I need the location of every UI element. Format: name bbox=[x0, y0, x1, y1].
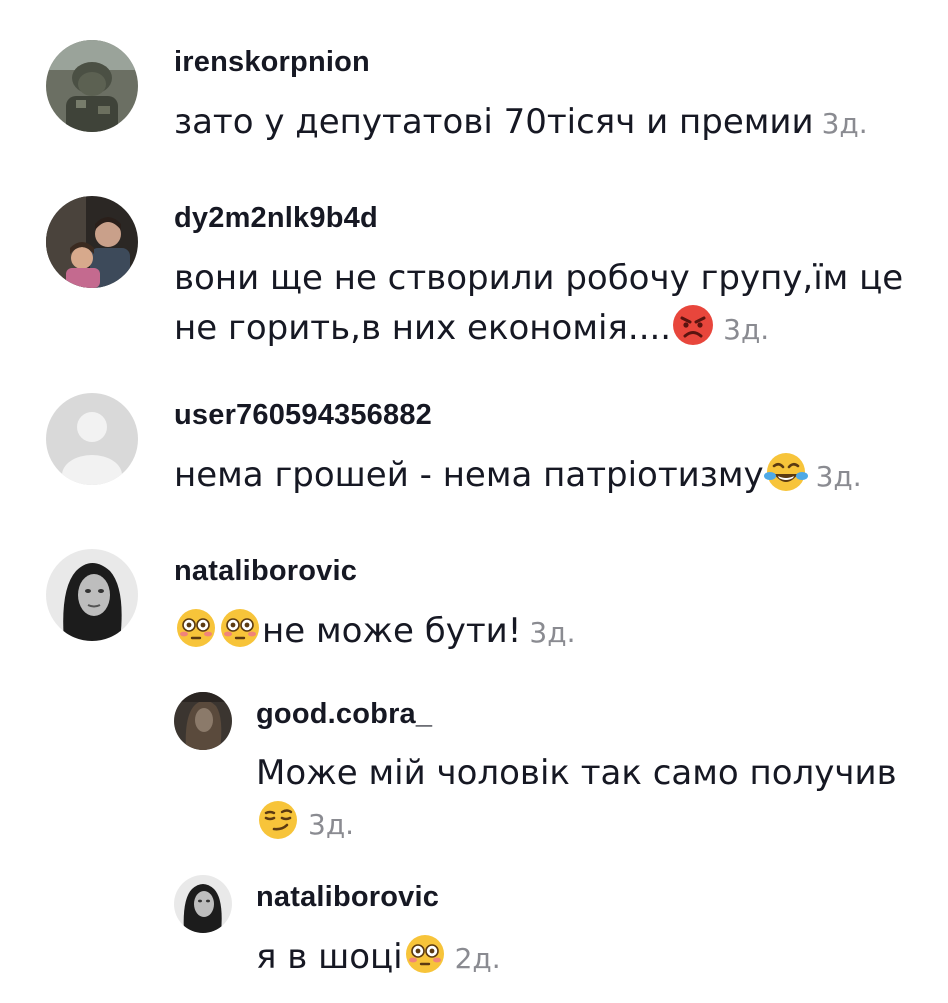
reply-text-line: я в шоці bbox=[256, 937, 403, 977]
reply-username[interactable]: nataliborovic bbox=[256, 881, 439, 914]
comment-timestamp: 3д. bbox=[723, 313, 770, 346]
avatar[interactable] bbox=[46, 393, 138, 485]
comment-text-line: не може бути! bbox=[262, 611, 522, 651]
soldier-avatar-icon bbox=[46, 40, 138, 132]
angry-face-emoji bbox=[671, 303, 715, 347]
avatar[interactable] bbox=[46, 549, 138, 641]
reply-timestamp: 3д. bbox=[308, 808, 355, 841]
comment-timestamp: 3д. bbox=[821, 107, 868, 140]
comment-username[interactable]: nataliborovic bbox=[174, 555, 357, 588]
comment-text-line: зато у депутатові 70тісяч и премии bbox=[174, 102, 814, 142]
woman-portrait-avatar-icon bbox=[46, 549, 138, 641]
comment-text: нема грошей - нема патріотизму 3д. bbox=[174, 448, 862, 504]
woman-portrait-avatar-icon bbox=[174, 875, 232, 933]
tears-of-joy-emoji bbox=[763, 450, 808, 494]
comment-username[interactable]: user760594356882 bbox=[174, 399, 432, 432]
comment-username[interactable]: irenskorpnion bbox=[174, 46, 370, 79]
avatar[interactable] bbox=[174, 692, 232, 750]
comment-text-line: не горить,в них економія.... bbox=[174, 308, 672, 348]
comment-username[interactable]: dy2m2nlk9b4d bbox=[174, 202, 378, 235]
smirking-face-emoji bbox=[256, 798, 300, 842]
comment-timestamp: 3д. bbox=[815, 460, 862, 493]
flushed-face-emoji bbox=[218, 606, 262, 650]
reply-username[interactable]: good.cobra_ bbox=[256, 698, 432, 731]
couple-photo-avatar-icon bbox=[46, 196, 138, 288]
comment-text-line: вони ще не створили робочу групу,їм це bbox=[174, 258, 904, 298]
flushed-face-emoji bbox=[174, 606, 218, 650]
reply-text: я в шоці 2д. bbox=[256, 930, 501, 986]
reply-text: 3д. bbox=[256, 796, 354, 852]
reply-text-line: Може мій чоловік так само получив bbox=[256, 753, 897, 793]
dark-portrait-avatar-icon bbox=[174, 692, 232, 750]
default-avatar-icon bbox=[46, 393, 138, 485]
comment-text: зато у депутатові 70тісяч и премии 3д. bbox=[174, 95, 868, 151]
avatar[interactable] bbox=[46, 40, 138, 132]
comment-timestamp: 3д. bbox=[529, 616, 576, 649]
comment-text: не горить,в них економія.... 3д. bbox=[174, 301, 769, 357]
comment-text-line: нема грошей - нема патріотизму bbox=[174, 455, 764, 495]
avatar[interactable] bbox=[46, 196, 138, 288]
flushed-face-emoji bbox=[403, 932, 447, 976]
avatar[interactable] bbox=[174, 875, 232, 933]
reply-timestamp: 2д. bbox=[454, 942, 501, 975]
comment-text: не може бути! 3д. bbox=[174, 604, 575, 660]
